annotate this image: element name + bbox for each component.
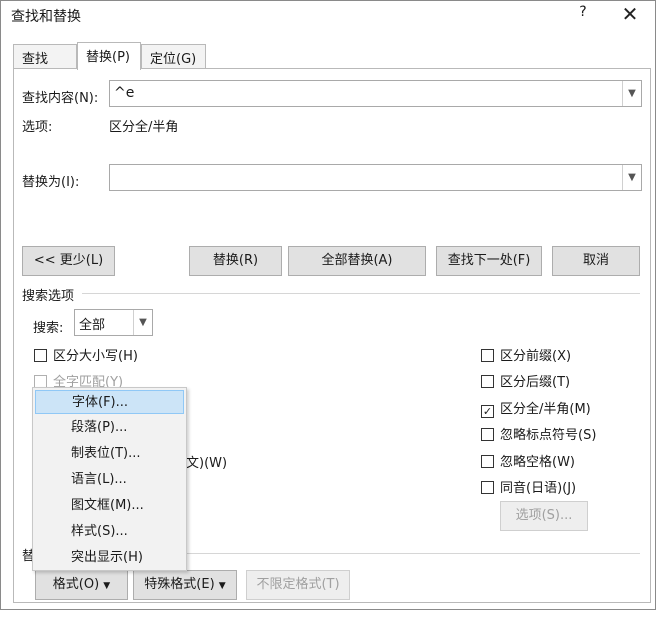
format-button[interactable]: 格式(O) ▼ xyxy=(35,570,128,600)
ignore-punctuation-checkbox[interactable]: 忽略标点符号(S) xyxy=(481,424,597,443)
ignore-space-checkbox[interactable]: 忽略空格(W) xyxy=(481,451,575,470)
match-prefix-checkbox[interactable]: 区分前缀(X) xyxy=(481,345,572,364)
caret-down-icon: ▼ xyxy=(103,581,111,591)
checkbox-box[interactable] xyxy=(481,428,494,441)
format-menu: 字体(F)... 段落(P)... 制表位(T)... 语言(L)... 图文框… xyxy=(32,387,187,571)
menu-item-paragraph[interactable]: 段落(P)... xyxy=(35,416,184,440)
options-label: 选项: xyxy=(22,120,53,135)
format-button-label: 格式(O) xyxy=(52,577,100,592)
match-prefix-label: 区分前缀(X) xyxy=(500,349,572,364)
ignore-space-label: 忽略空格(W) xyxy=(500,455,575,470)
tab-goto[interactable]: 定位(G) xyxy=(141,44,206,69)
caret-down-icon: ▼ xyxy=(218,581,226,591)
menu-item-font[interactable]: 字体(F)... xyxy=(35,390,184,414)
find-what-value[interactable]: ^e xyxy=(114,85,134,101)
partial-option-label: 文)(W) xyxy=(186,456,228,471)
tab-find[interactable]: 查找(D) xyxy=(13,44,77,82)
sounds-like-label: 同音(日语)(J) xyxy=(500,481,577,496)
menu-item-style[interactable]: 样式(S)... xyxy=(35,520,184,544)
match-width-label: 区分全/半角(M) xyxy=(500,402,591,417)
match-suffix-label: 区分后缀(T) xyxy=(500,375,571,390)
chevron-down-icon[interactable]: ▼ xyxy=(133,310,152,335)
find-what-label: 查找内容(N): xyxy=(22,91,99,106)
find-next-button[interactable]: 查找下一处(F) xyxy=(436,246,542,276)
find-what-combo[interactable]: ^e ▼ xyxy=(109,80,642,107)
dialog-title: 查找和替换 xyxy=(11,9,81,25)
match-suffix-checkbox[interactable]: 区分后缀(T) xyxy=(481,371,571,390)
search-direction-label: 搜索: xyxy=(33,321,64,336)
less-button[interactable]: << 更少(L) xyxy=(22,246,115,276)
special-format-label: 特殊格式(E) xyxy=(144,577,215,592)
options-value: 区分全/半角 xyxy=(109,120,179,135)
replace-button[interactable]: 替换(R) xyxy=(189,246,282,276)
search-direction-select[interactable]: 全部 ▼ xyxy=(74,309,153,336)
no-formatting-button[interactable]: 不限定格式(T) xyxy=(246,570,350,600)
close-button[interactable]: ✕ xyxy=(618,1,642,27)
menu-item-tabs[interactable]: 制表位(T)... xyxy=(35,442,184,466)
chevron-down-icon[interactable]: ▼ xyxy=(622,165,641,190)
replace-with-label: 替换为(I): xyxy=(22,175,80,190)
search-options-heading: 搜索选项 xyxy=(22,289,75,304)
search-direction-value[interactable]: 全部 xyxy=(79,314,105,333)
sounds-like-checkbox[interactable]: 同音(日语)(J) xyxy=(481,477,577,496)
menu-item-frame[interactable]: 图文框(M)... xyxy=(35,494,184,518)
replace-all-button[interactable]: 全部替换(A) xyxy=(288,246,426,276)
checkbox-box[interactable] xyxy=(481,375,494,388)
menu-item-language[interactable]: 语言(L)... xyxy=(35,468,184,492)
special-format-button[interactable]: 特殊格式(E) ▼ xyxy=(133,570,237,600)
title-bar: 查找和替换 ? ✕ xyxy=(1,1,655,31)
checkbox-box[interactable] xyxy=(481,349,494,362)
cancel-button[interactable]: 取消 xyxy=(552,246,640,276)
checkbox-box[interactable] xyxy=(481,481,494,494)
checkbox-box[interactable] xyxy=(34,349,47,362)
match-width-checkbox[interactable]: ✓ 区分全/半角(M) xyxy=(481,398,591,418)
checkmark-icon[interactable]: ✓ xyxy=(481,405,494,418)
match-case-checkbox[interactable]: 区分大小写(H) xyxy=(34,345,138,364)
match-case-label: 区分大小写(H) xyxy=(53,349,138,364)
ignore-punctuation-label: 忽略标点符号(S) xyxy=(500,428,597,443)
find-replace-dialog: 查找和替换 ? ✕ 查找(D) 替换(P) 定位(G) 查找内容(N): ^e … xyxy=(0,0,656,610)
help-button[interactable]: ? xyxy=(575,4,591,24)
checkbox-box[interactable] xyxy=(481,455,494,468)
menu-item-highlight[interactable]: 突出显示(H) xyxy=(35,546,184,570)
chevron-down-icon[interactable]: ▼ xyxy=(622,81,641,106)
divider xyxy=(82,293,640,294)
options-button[interactable]: 选项(S)... xyxy=(500,501,588,531)
tab-replace[interactable]: 替换(P) xyxy=(77,42,141,70)
replace-with-combo[interactable]: ▼ xyxy=(109,164,642,191)
